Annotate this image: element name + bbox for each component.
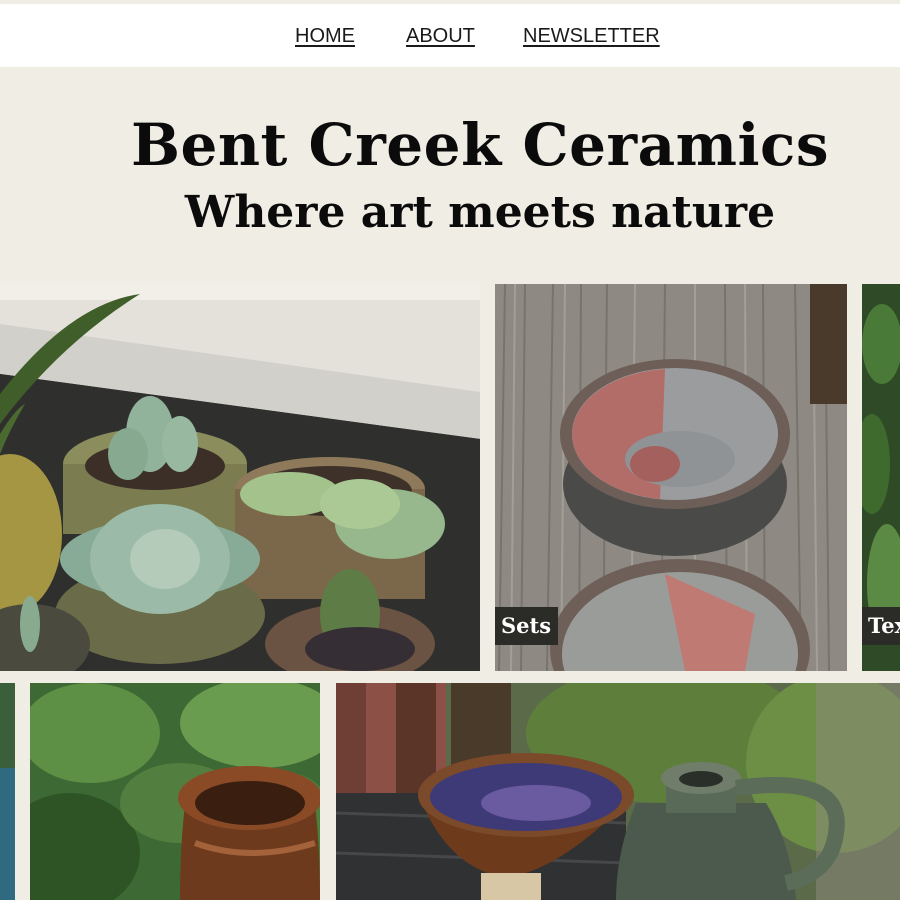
site-tagline: Where art meets nature [184,187,776,238]
site-title: Bent Creek Ceramics [130,111,830,179]
bowl-and-jug-photo [336,683,900,900]
blue-vase-photo [0,683,15,900]
gallery-tile-succulents[interactable] [0,284,480,671]
succulents-photo [0,284,480,671]
brown-vase-photo [30,683,320,900]
textures-category-label: Tex [862,607,900,645]
sets-category-label: Sets [495,607,559,645]
gallery-tile-sets[interactable]: Sets [495,284,847,671]
nav-home-link[interactable]: HOME [295,25,355,48]
gallery-tile-blue-vase[interactable] [0,683,15,900]
hero-banner: Bent Creek Ceramics Where art meets natu… [0,67,900,284]
nav-newsletter-link[interactable]: NEWSLETTER [523,25,660,48]
gallery-tile-bowl-and-jug[interactable] [336,683,900,900]
gallery-tile-textures[interactable]: Tex [862,284,900,671]
top-navigation: HOME ABOUT NEWSLETTER [0,4,900,67]
nav-about-link[interactable]: ABOUT [406,25,475,48]
gallery-tile-brown-vase[interactable] [30,683,320,900]
